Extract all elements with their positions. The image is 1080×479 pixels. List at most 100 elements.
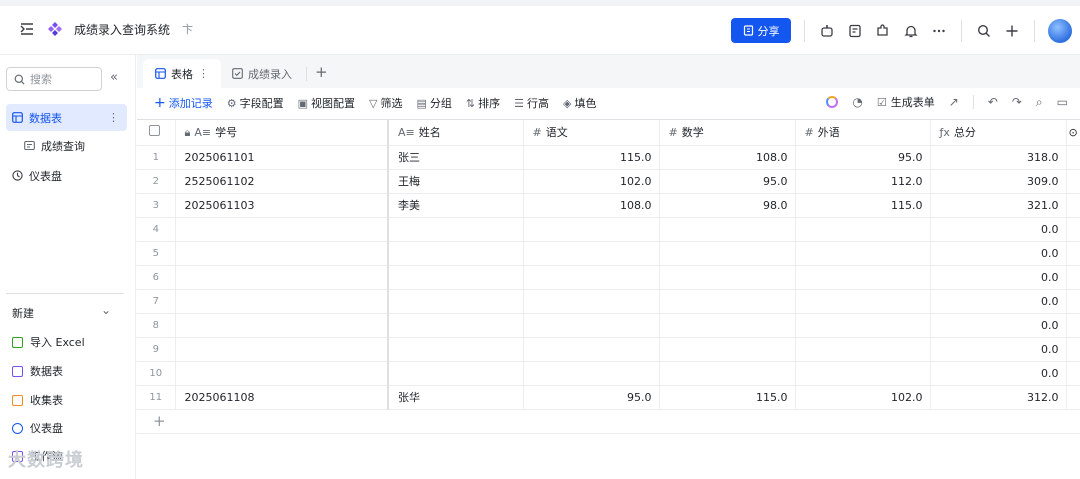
new-import-excel[interactable]: 导入 Excel [12,334,85,350]
table-row[interactable]: 3 2025061103 李美 108.0 98.0 115.0 321.0 [137,193,1080,218]
cell-total[interactable]: 0.0 [930,361,1067,386]
document-icon[interactable] [846,22,864,40]
cell-chinese[interactable] [523,337,660,362]
cell-foreign-language[interactable]: 95.0 [795,145,931,170]
filter-button[interactable]: ▽ 筛选 [369,95,402,111]
add-icon[interactable] [1003,22,1021,40]
cell-math[interactable]: 108.0 [659,145,796,170]
cell-chinese[interactable]: 115.0 [523,145,660,170]
search-records-icon[interactable]: ⌕ [1036,95,1043,110]
cell-name[interactable] [388,313,524,338]
table-row[interactable]: 2 2525061102 王梅 102.0 95.0 112.0 309.0 [137,169,1080,194]
column-header-name[interactable]: A≡ 姓名 [388,120,524,146]
search-icon[interactable] [975,22,993,40]
new-data-table[interactable]: 数据表 [12,363,63,379]
sidebar-item-grade-query[interactable]: 成绩查询 [18,132,127,159]
cell-total[interactable]: 321.0 [930,193,1067,218]
cell-student-id[interactable] [175,289,389,314]
cell-foreign-language[interactable] [795,337,931,362]
add-view-icon[interactable]: + [315,63,328,81]
pin-icon[interactable]: 卞 [182,21,193,37]
tab-grade-entry[interactable]: 成绩录入 [220,59,304,88]
column-header-foreign-language[interactable]: # 外语 [795,120,931,146]
cell-name[interactable] [388,217,524,242]
cell-name[interactable]: 王梅 [388,169,524,194]
cell-math[interactable]: 95.0 [659,169,796,194]
cell-name[interactable]: 李美 [388,193,524,218]
cell-math[interactable] [659,265,796,290]
avatar[interactable] [1048,18,1072,43]
select-all-checkbox[interactable] [137,120,176,146]
bell-icon[interactable] [902,22,920,40]
share-out-icon[interactable]: ↗ [949,95,959,109]
column-header-chinese[interactable]: # 语文 [523,120,660,146]
cell-chinese[interactable] [523,289,660,314]
more-icon[interactable] [930,22,948,40]
cell-total[interactable]: 0.0 [930,241,1067,266]
cell-foreign-language[interactable] [795,265,931,290]
cell-foreign-language[interactable] [795,361,931,386]
cell-name[interactable] [388,337,524,362]
fill-color-button[interactable]: ◈ 填色 [563,95,596,111]
cell-foreign-language[interactable]: 112.0 [795,169,931,194]
cell-foreign-language[interactable] [795,313,931,338]
cell-name[interactable]: 张华 [388,385,524,410]
cell-chinese[interactable]: 102.0 [523,169,660,194]
more-icon[interactable]: ⋮ [108,111,119,124]
cell-total[interactable]: 309.0 [930,169,1067,194]
cell-student-id[interactable] [175,337,389,362]
cell-chinese[interactable]: 108.0 [523,193,660,218]
cell-name[interactable] [388,241,524,266]
cell-foreign-language[interactable]: 115.0 [795,193,931,218]
cell-foreign-language[interactable] [795,241,931,266]
add-record-button[interactable]: + 添加记录 [154,95,213,111]
cell-student-id[interactable]: 2025061101 [175,145,389,170]
cell-name[interactable] [388,289,524,314]
add-column-icon[interactable]: ⊙ [1066,120,1080,146]
robot-icon[interactable] [818,22,836,40]
redo-icon[interactable]: ↷ [1012,95,1022,109]
cell-student-id[interactable]: 2025061108 [175,385,389,410]
tab-more-icon[interactable]: ⋮ [198,67,209,80]
sort-button[interactable]: ⇅ 排序 [466,95,500,111]
column-header-total[interactable]: ƒx 总分 [930,120,1067,146]
cell-chinese[interactable] [523,217,660,242]
cell-student-id[interactable]: 2525061102 [175,169,389,194]
cell-math[interactable]: 98.0 [659,193,796,218]
cell-foreign-language[interactable] [795,217,931,242]
cell-math[interactable] [659,241,796,266]
table-row[interactable]: 1 2025061101 张三 115.0 108.0 95.0 318.0 [137,145,1080,170]
cell-total[interactable]: 0.0 [930,265,1067,290]
table-row[interactable]: 5 0.0 [137,241,1080,266]
cell-chinese[interactable] [523,313,660,338]
search-input[interactable]: 搜索 [6,67,102,91]
cell-total[interactable]: 318.0 [930,145,1067,170]
table-row[interactable]: 9 0.0 [137,337,1080,362]
cell-student-id[interactable] [175,217,389,242]
share-button[interactable]: 分享 [731,18,791,43]
comment-icon[interactable]: ▭ [1057,95,1068,109]
table-row[interactable]: 4 0.0 [137,217,1080,242]
tab-table[interactable]: 表格 ⋮ [143,59,221,88]
cell-chinese[interactable] [523,241,660,266]
cell-math[interactable] [659,289,796,314]
table-row[interactable]: 11 2025061108 张华 95.0 115.0 102.0 312.0 [137,385,1080,410]
cell-total[interactable]: 0.0 [930,313,1067,338]
ai-icon[interactable] [826,96,839,108]
cell-chinese[interactable] [523,361,660,386]
cell-foreign-language[interactable] [795,289,931,314]
cell-math[interactable] [659,217,796,242]
plugin-icon[interactable] [874,22,892,40]
chevron-down-icon[interactable]: ⌄ [101,303,111,317]
generate-form-button[interactable]: ☑ 生成表单 [877,94,935,110]
column-header-student-id[interactable]: 🔒︎ A≡ 学号 [175,120,389,146]
cell-math[interactable] [659,361,796,386]
collapse-sidebar-icon[interactable]: « [110,70,118,85]
cell-total[interactable]: 0.0 [930,289,1067,314]
cell-math[interactable]: 115.0 [659,385,796,410]
undo-icon[interactable]: ↶ [988,95,998,109]
cell-math[interactable] [659,337,796,362]
new-collect-form[interactable]: 收集表 [12,392,63,408]
sidebar-toggle-icon[interactable] [18,20,36,38]
sidebar-item-data-table[interactable]: 数据表 ⋮ [6,104,127,131]
